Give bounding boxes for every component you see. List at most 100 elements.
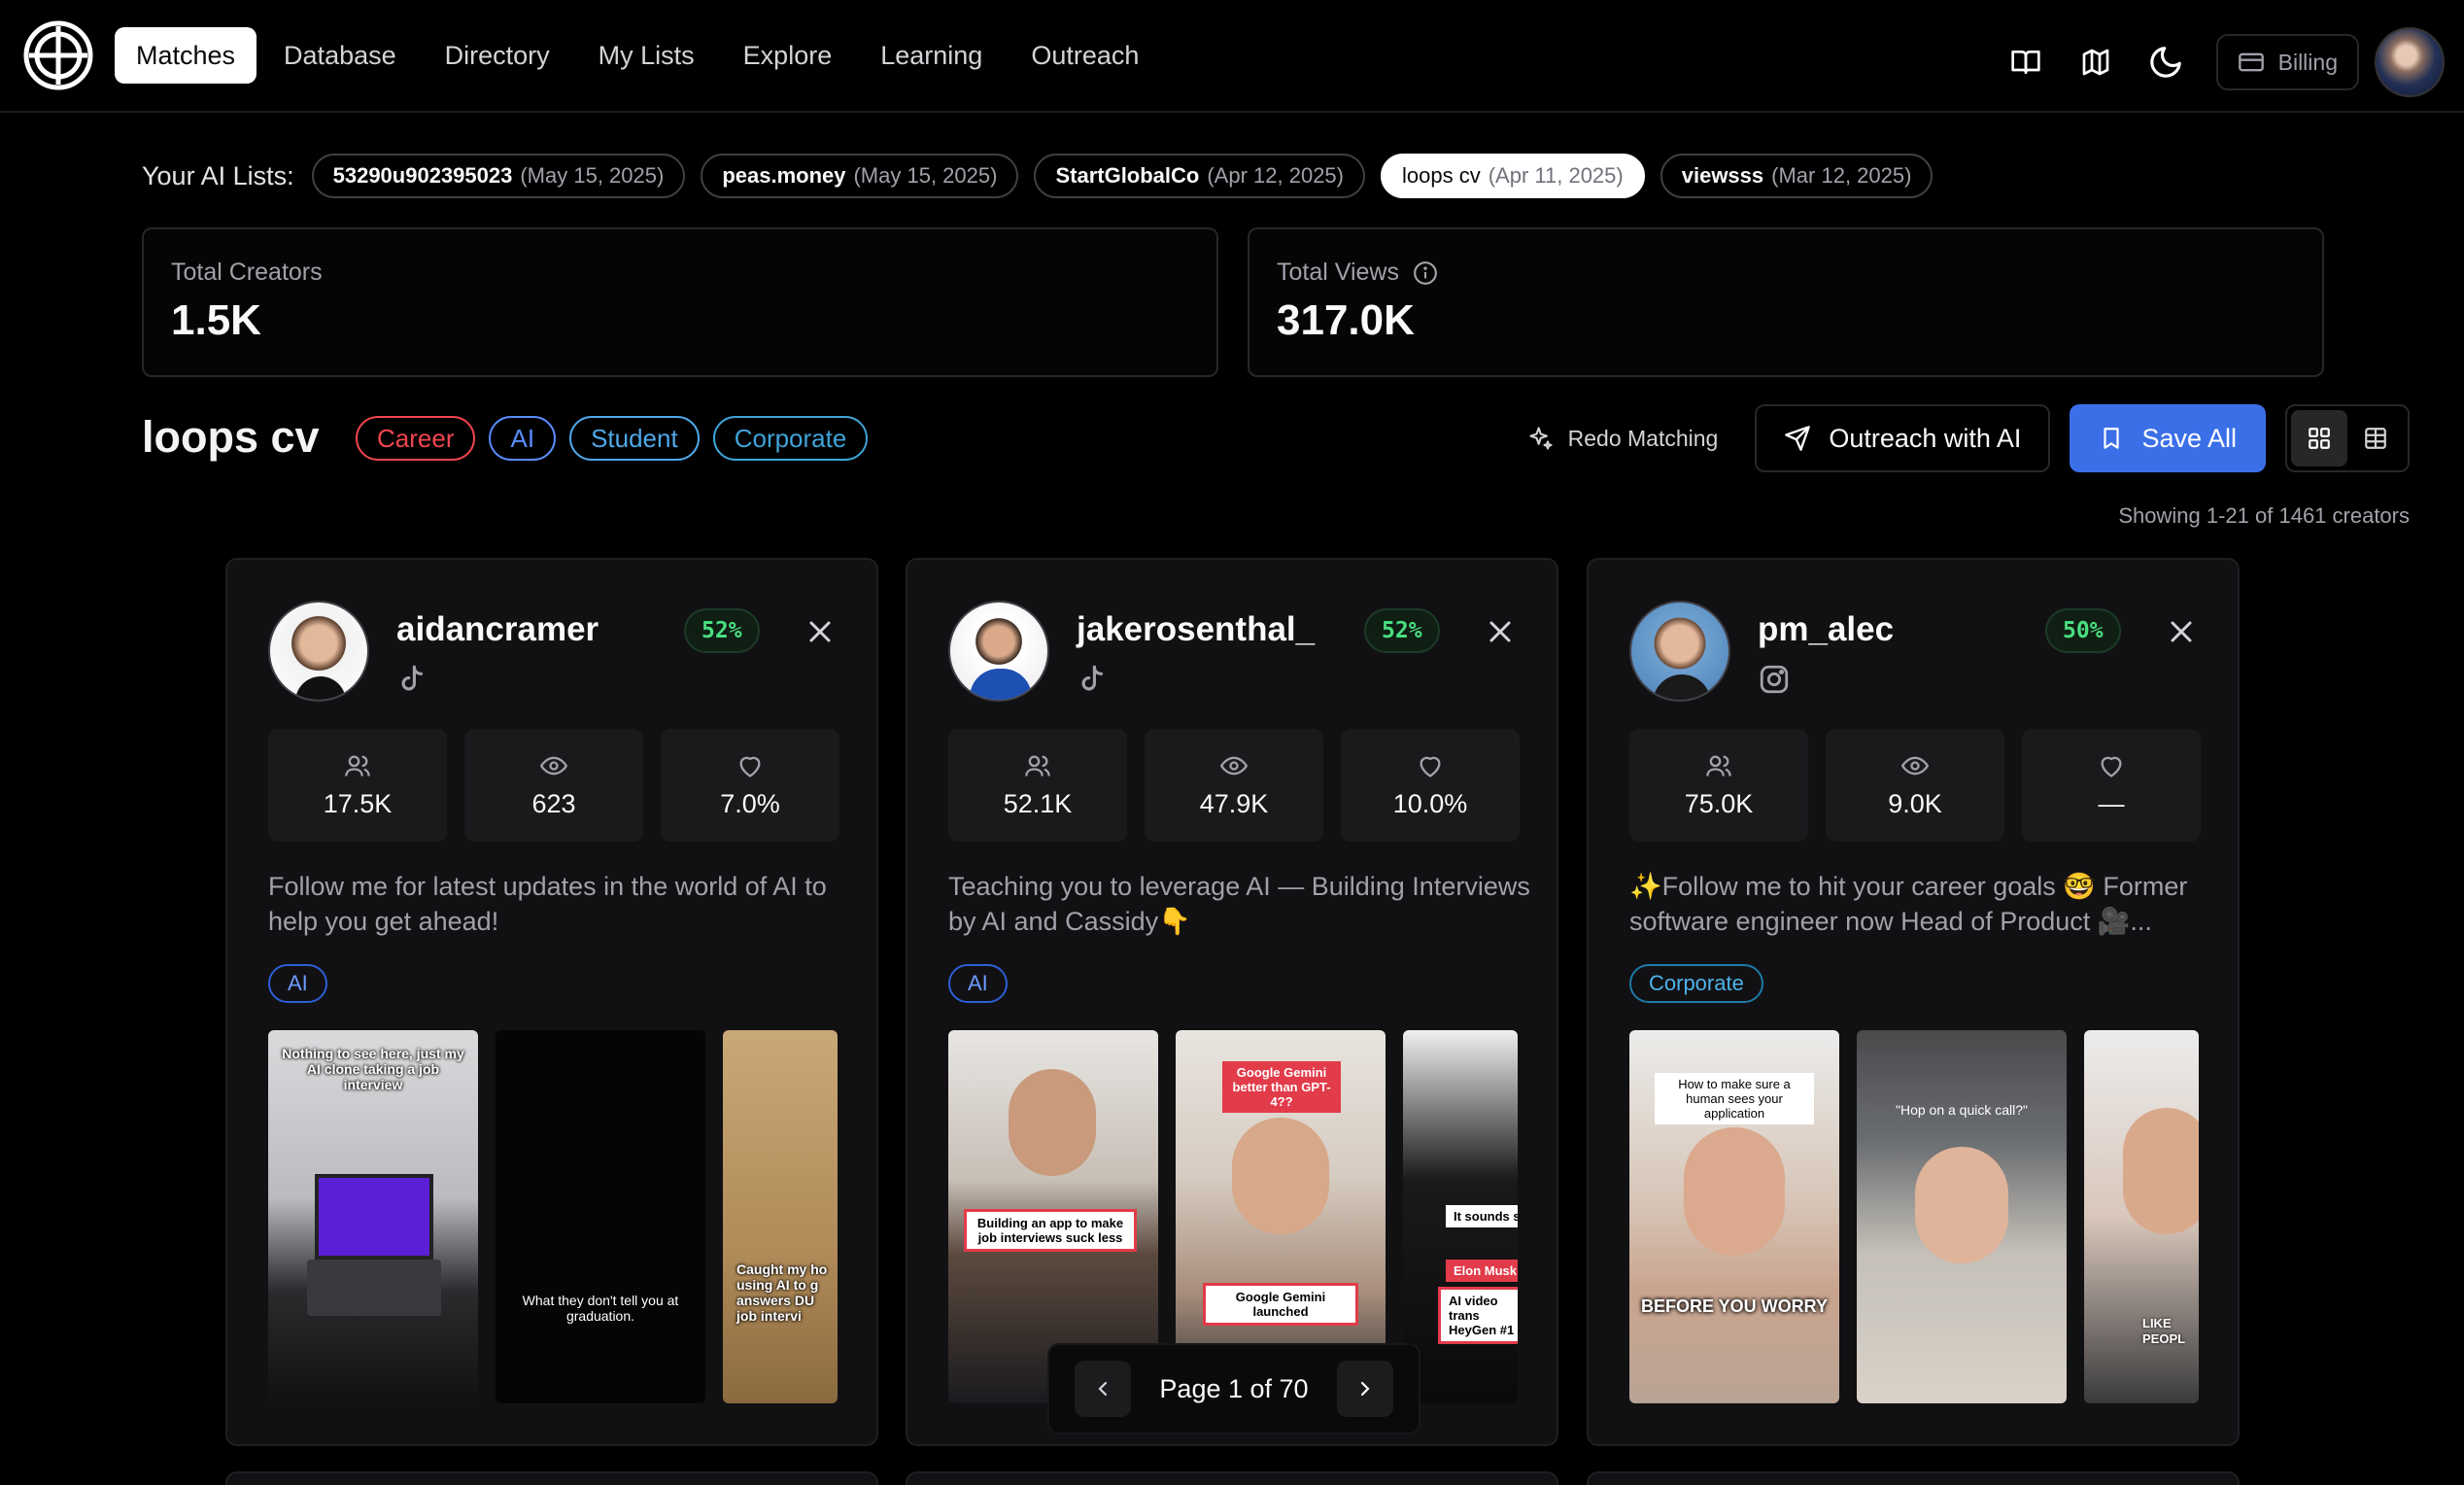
tab-my-lists[interactable]: My Lists — [577, 27, 716, 84]
tag-student[interactable]: Student — [569, 416, 700, 461]
ai-lists-label: Your AI Lists: — [142, 160, 294, 190]
followers-value: 17.5K — [323, 788, 393, 818]
tag-corporate[interactable]: Corporate — [712, 416, 869, 461]
prev-page-button[interactable] — [1075, 1361, 1131, 1417]
creator-card[interactable]: jakerosenthal_ 52% 52.1K 47.9K 10.0% Tea… — [906, 558, 1558, 1446]
outreach-with-ai-button[interactable]: Outreach with AI — [1755, 404, 2051, 472]
creator-name[interactable]: jakerosenthal_ — [1077, 610, 1315, 649]
nav-actions: Billing — [1985, 27, 2445, 97]
ai-list-pill-active[interactable]: loops cv (Apr 11, 2025) — [1381, 154, 1645, 198]
tag-ai[interactable]: AI — [489, 416, 557, 461]
creator-card[interactable]: pm_alec 50% 75.0K 9.0K — ✨Follow me to h… — [1587, 558, 2240, 1446]
creator-card[interactable] — [1587, 1471, 2240, 1485]
creator-card[interactable] — [906, 1471, 1558, 1485]
tiktok-icon[interactable] — [396, 663, 429, 696]
creator-metrics: 75.0K 9.0K — — [1629, 729, 2201, 842]
total-views-label-row: Total Views — [1277, 259, 2295, 287]
book-open-icon[interactable] — [1997, 33, 2055, 91]
creator-tag[interactable]: AI — [268, 964, 327, 1003]
tab-matches[interactable]: Matches — [115, 27, 257, 84]
video-thumbnail[interactable]: LIKE PEOPL — [2084, 1030, 2199, 1403]
thumbnail-caption: How to make sure a human sees your appli… — [1655, 1073, 1814, 1124]
users-icon — [345, 755, 370, 777]
save-all-button[interactable]: Save All — [2070, 404, 2266, 472]
users-icon — [1706, 755, 1731, 777]
tag-career[interactable]: Career — [356, 416, 476, 461]
tab-database[interactable]: Database — [262, 27, 418, 84]
logo-icon[interactable] — [23, 20, 93, 90]
grid-view-icon[interactable] — [2291, 410, 2347, 466]
showing-count: Showing 1-21 of 1461 creators — [2118, 503, 2410, 528]
video-thumbnail[interactable]: "Hop on a quick call?" — [1857, 1030, 2067, 1403]
engagement-metric: — — [2022, 729, 2201, 842]
engagement-metric: 7.0% — [661, 729, 839, 842]
thumbnail-caption: BEFORE YOU WORRY — [1640, 1296, 1828, 1316]
video-thumbnail[interactable]: Caught my ho using AI to g answers DU jo… — [723, 1030, 838, 1403]
creator-bio: Teaching you to leverage AI — Building I… — [948, 872, 1530, 936]
close-icon[interactable] — [803, 614, 838, 649]
creator-name[interactable]: aidancramer — [396, 610, 599, 649]
close-icon[interactable] — [2164, 614, 2199, 649]
total-creators-label: Total Creators — [171, 259, 323, 286]
heart-icon — [1420, 756, 1441, 777]
instagram-icon[interactable] — [1758, 663, 1791, 696]
views-value: 623 — [531, 788, 576, 818]
ai-list-pill[interactable]: peas.money (May 15, 2025) — [701, 154, 1019, 198]
tiktok-icon[interactable] — [1077, 663, 1110, 696]
eye-icon — [1220, 756, 1248, 775]
list-actions: Redo Matching Outreach with AI Save All — [1510, 404, 2410, 472]
tab-explore[interactable]: Explore — [722, 27, 854, 84]
close-icon[interactable] — [1483, 614, 1518, 649]
creator-tag[interactable]: AI — [948, 964, 1008, 1003]
ai-list-name: viewsss — [1681, 163, 1764, 188]
next-page-button[interactable] — [1336, 1361, 1393, 1417]
creator-card[interactable] — [225, 1471, 878, 1485]
redo-matching-button[interactable]: Redo Matching — [1510, 404, 1736, 472]
tab-directory[interactable]: Directory — [424, 27, 571, 84]
creator-avatar[interactable] — [1629, 601, 1730, 702]
creator-card[interactable]: aidancramer 52% 17.5K 623 7.0% Follow me… — [225, 558, 878, 1446]
heart-icon — [2101, 756, 2122, 777]
followers-metric: 52.1K — [948, 729, 1127, 842]
ai-list-pill[interactable]: StartGlobalCo (Apr 12, 2025) — [1034, 154, 1365, 198]
engagement-value: 10.0% — [1392, 788, 1468, 818]
ai-lists-bar: Your AI Lists: 53290u902395023 (May 15, 2… — [142, 154, 1934, 198]
ai-list-date: (May 15, 2025) — [520, 163, 665, 188]
followers-value: 75.0K — [1684, 788, 1754, 818]
save-all-label: Save All — [2141, 423, 2237, 453]
video-thumbnail[interactable]: It sounds s Elon Musk AI video trans Hey… — [1403, 1030, 1518, 1403]
video-thumbnail[interactable]: What they don't tell you at graduation. — [496, 1030, 705, 1403]
moon-icon[interactable] — [2137, 33, 2195, 91]
thumbnail-caption: LIKE PEOPL — [2142, 1316, 2186, 1346]
video-thumbnails: Nothing to see here, just my AI clone ta… — [268, 1030, 838, 1403]
views-metric: 623 — [464, 729, 643, 842]
engagement-value: — — [2098, 788, 2125, 818]
table-view-icon[interactable] — [2347, 410, 2404, 466]
ai-list-pill[interactable]: viewsss (Mar 12, 2025) — [1660, 154, 1934, 198]
user-avatar[interactable] — [2375, 27, 2445, 97]
engagement-value: 7.0% — [720, 788, 780, 818]
engagement-metric: 10.0% — [1341, 729, 1520, 842]
ai-list-pill[interactable]: 53290u902395023 (May 15, 2025) — [311, 154, 686, 198]
creator-name[interactable]: pm_alec — [1758, 610, 1894, 649]
map-icon[interactable] — [2067, 33, 2125, 91]
billing-button[interactable]: Billing — [2215, 34, 2359, 90]
views-metric: 9.0K — [1826, 729, 2004, 842]
creator-avatar[interactable] — [268, 601, 369, 702]
thumbnail-caption: Google Gemini launched — [1203, 1283, 1358, 1326]
tab-learning[interactable]: Learning — [859, 27, 1004, 84]
info-icon[interactable] — [1413, 260, 1438, 286]
tab-outreach[interactable]: Outreach — [1010, 27, 1160, 84]
match-score-badge: 52% — [684, 608, 760, 653]
video-thumbnail[interactable]: How to make sure a human sees your appli… — [1629, 1030, 1839, 1403]
ai-list-date: (Mar 12, 2025) — [1771, 163, 1912, 188]
creator-avatar[interactable] — [948, 601, 1049, 702]
heart-icon — [739, 756, 761, 777]
video-thumbnails: How to make sure a human sees your appli… — [1629, 1030, 2199, 1403]
redo-matching-label: Redo Matching — [1567, 425, 1719, 451]
ai-list-name: peas.money — [722, 163, 846, 188]
creator-tag[interactable]: Corporate — [1629, 964, 1763, 1003]
match-score-badge: 52% — [1364, 608, 1440, 653]
ai-list-date: (Apr 12, 2025) — [1207, 163, 1344, 188]
video-thumbnail[interactable]: Nothing to see here, just my AI clone ta… — [268, 1030, 478, 1403]
